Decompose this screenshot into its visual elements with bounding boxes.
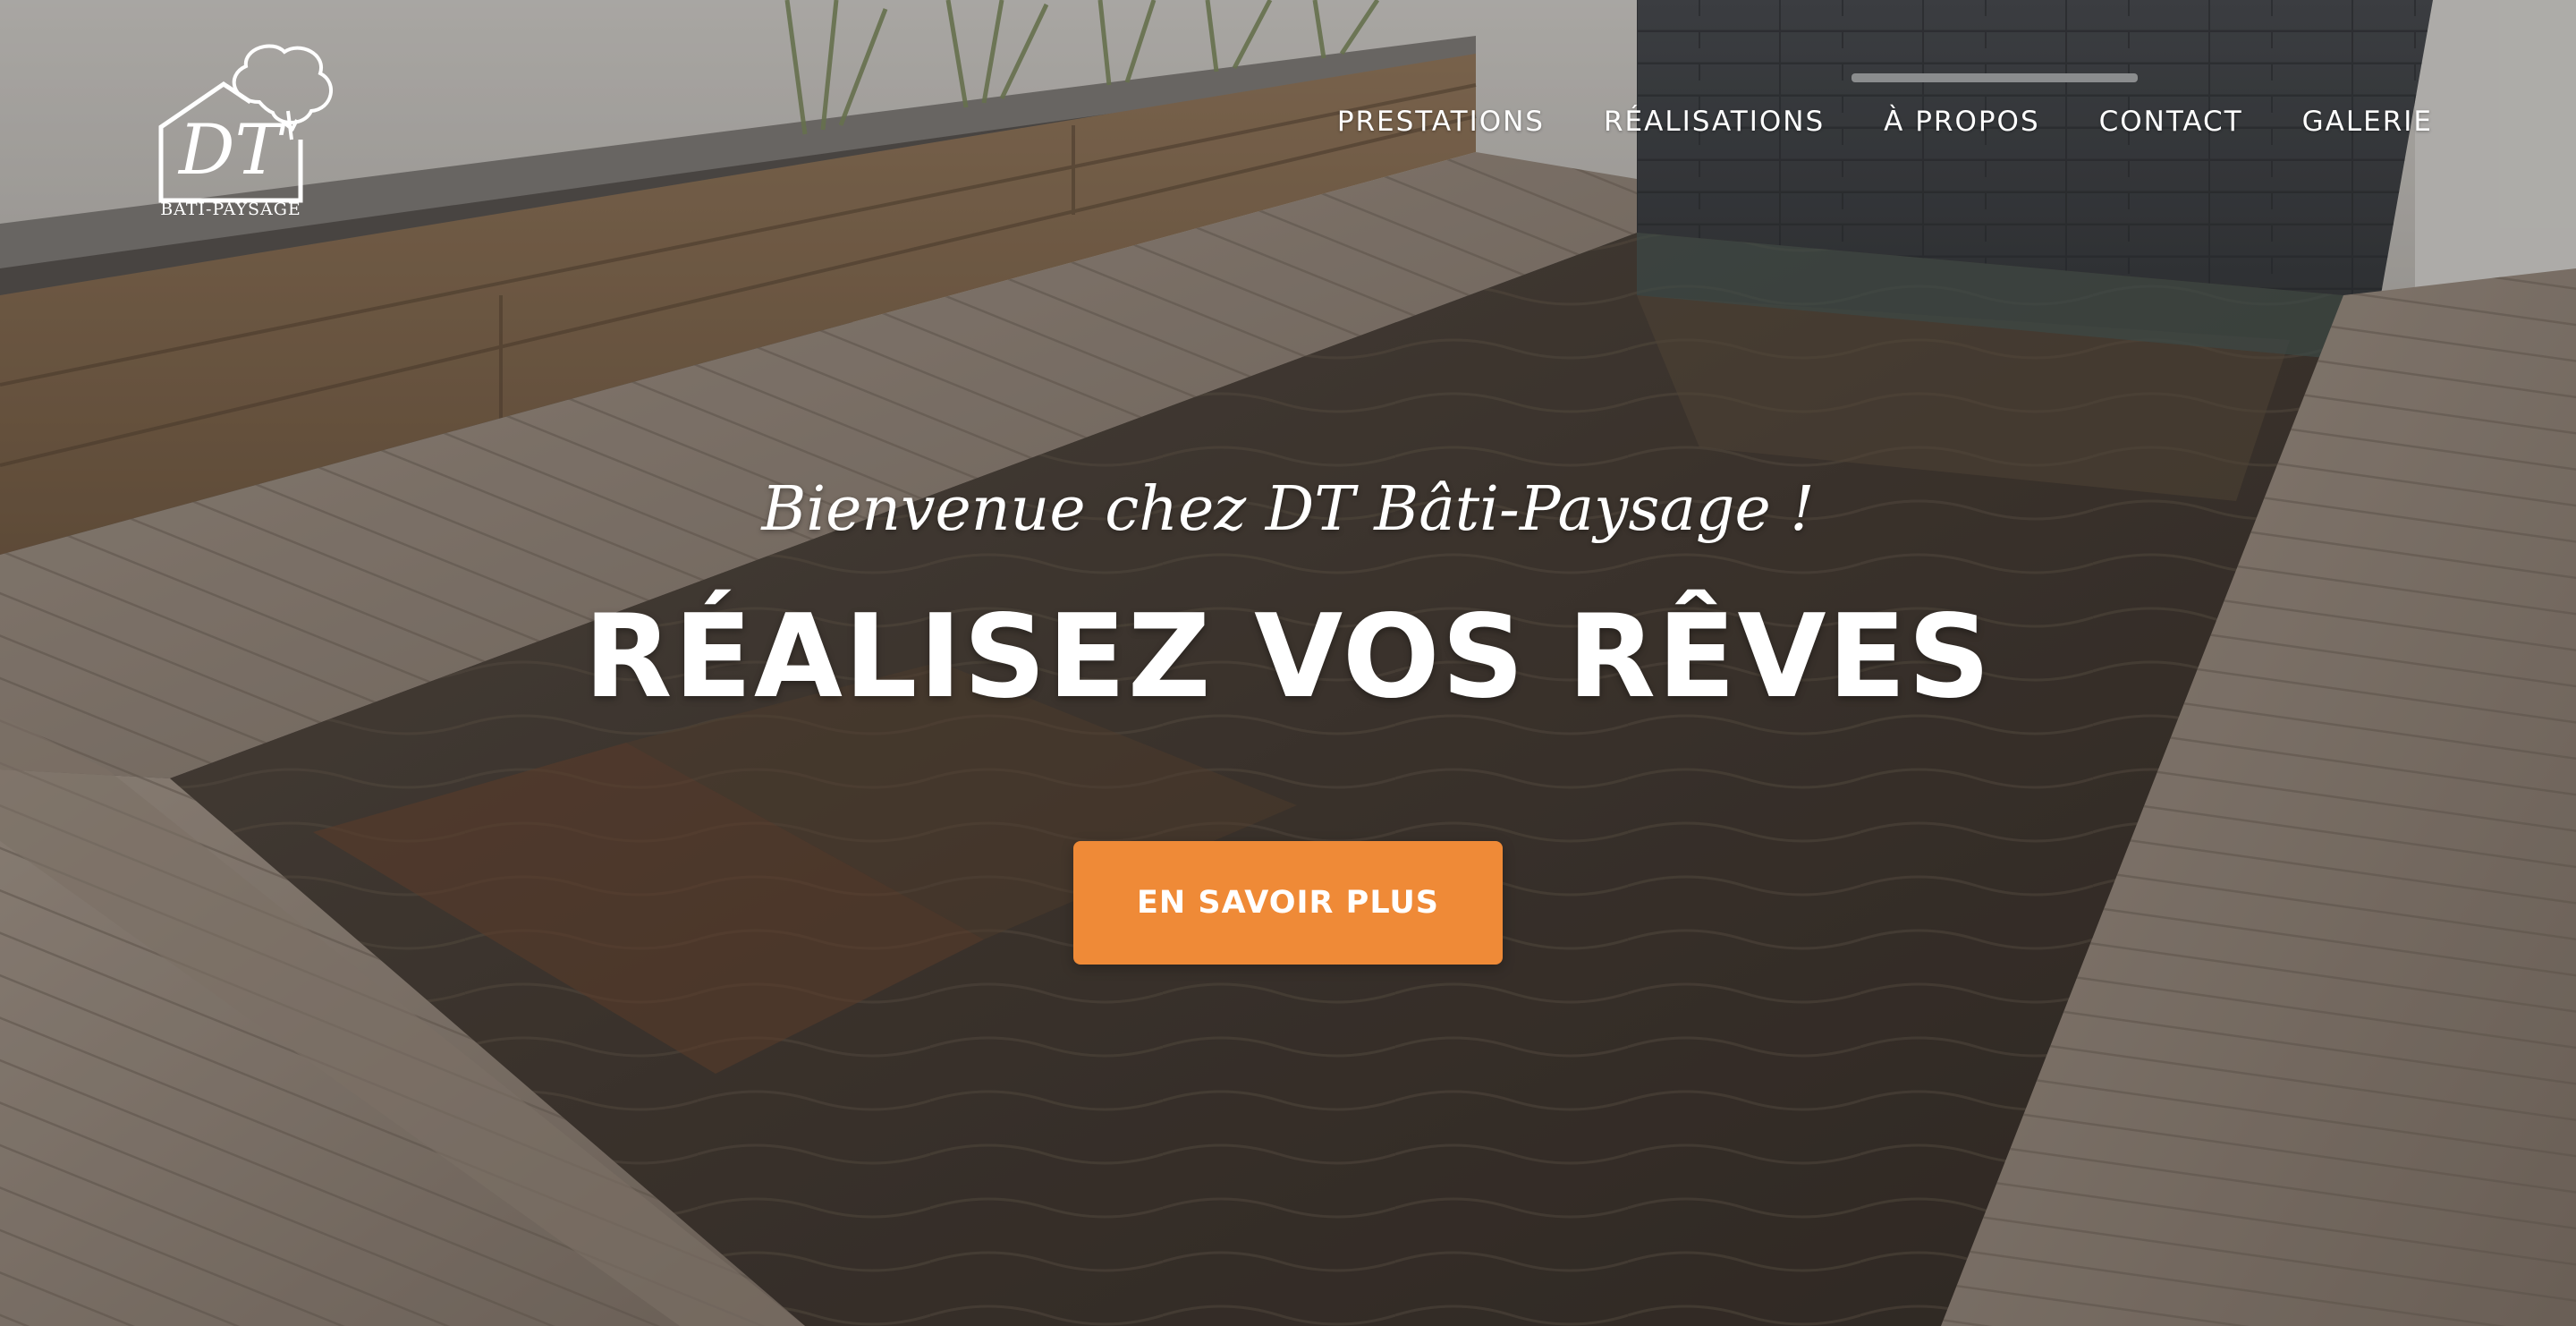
site-logo[interactable]: DT BÂTI-PAYSAGE (125, 39, 340, 218)
site-header: DT BÂTI-PAYSAGE PRESTATIONS RÉALISATIONS… (0, 0, 2576, 233)
hero-section: DT BÂTI-PAYSAGE PRESTATIONS RÉALISATIONS… (0, 0, 2576, 1326)
learn-more-button[interactable]: EN SAVOIR PLUS (1073, 841, 1503, 965)
hero-content: Bienvenue chez DT Bâti-Paysage ! RÉALISE… (0, 465, 2576, 965)
nav-item-galerie[interactable]: GALERIE (2302, 106, 2433, 138)
nav-item-contact[interactable]: CONTACT (2099, 106, 2243, 138)
logo-monogram: DT (177, 110, 286, 191)
nav-item-realisations[interactable]: RÉALISATIONS (1604, 106, 1825, 138)
hero-title: RÉALISEZ VOS RÊVES (583, 591, 1993, 724)
hero-subtitle: Bienvenue chez DT Bâti-Paysage ! (761, 474, 1815, 545)
logo-name: BÂTI-PAYSAGE (160, 199, 301, 218)
nav-item-prestations[interactable]: PRESTATIONS (1337, 106, 1545, 138)
nav-item-a-propos[interactable]: À PROPOS (1884, 106, 2039, 138)
house-tree-logo-icon: DT BÂTI-PAYSAGE (158, 44, 333, 218)
main-nav: PRESTATIONS RÉALISATIONS À PROPOS CONTAC… (1337, 106, 2433, 138)
